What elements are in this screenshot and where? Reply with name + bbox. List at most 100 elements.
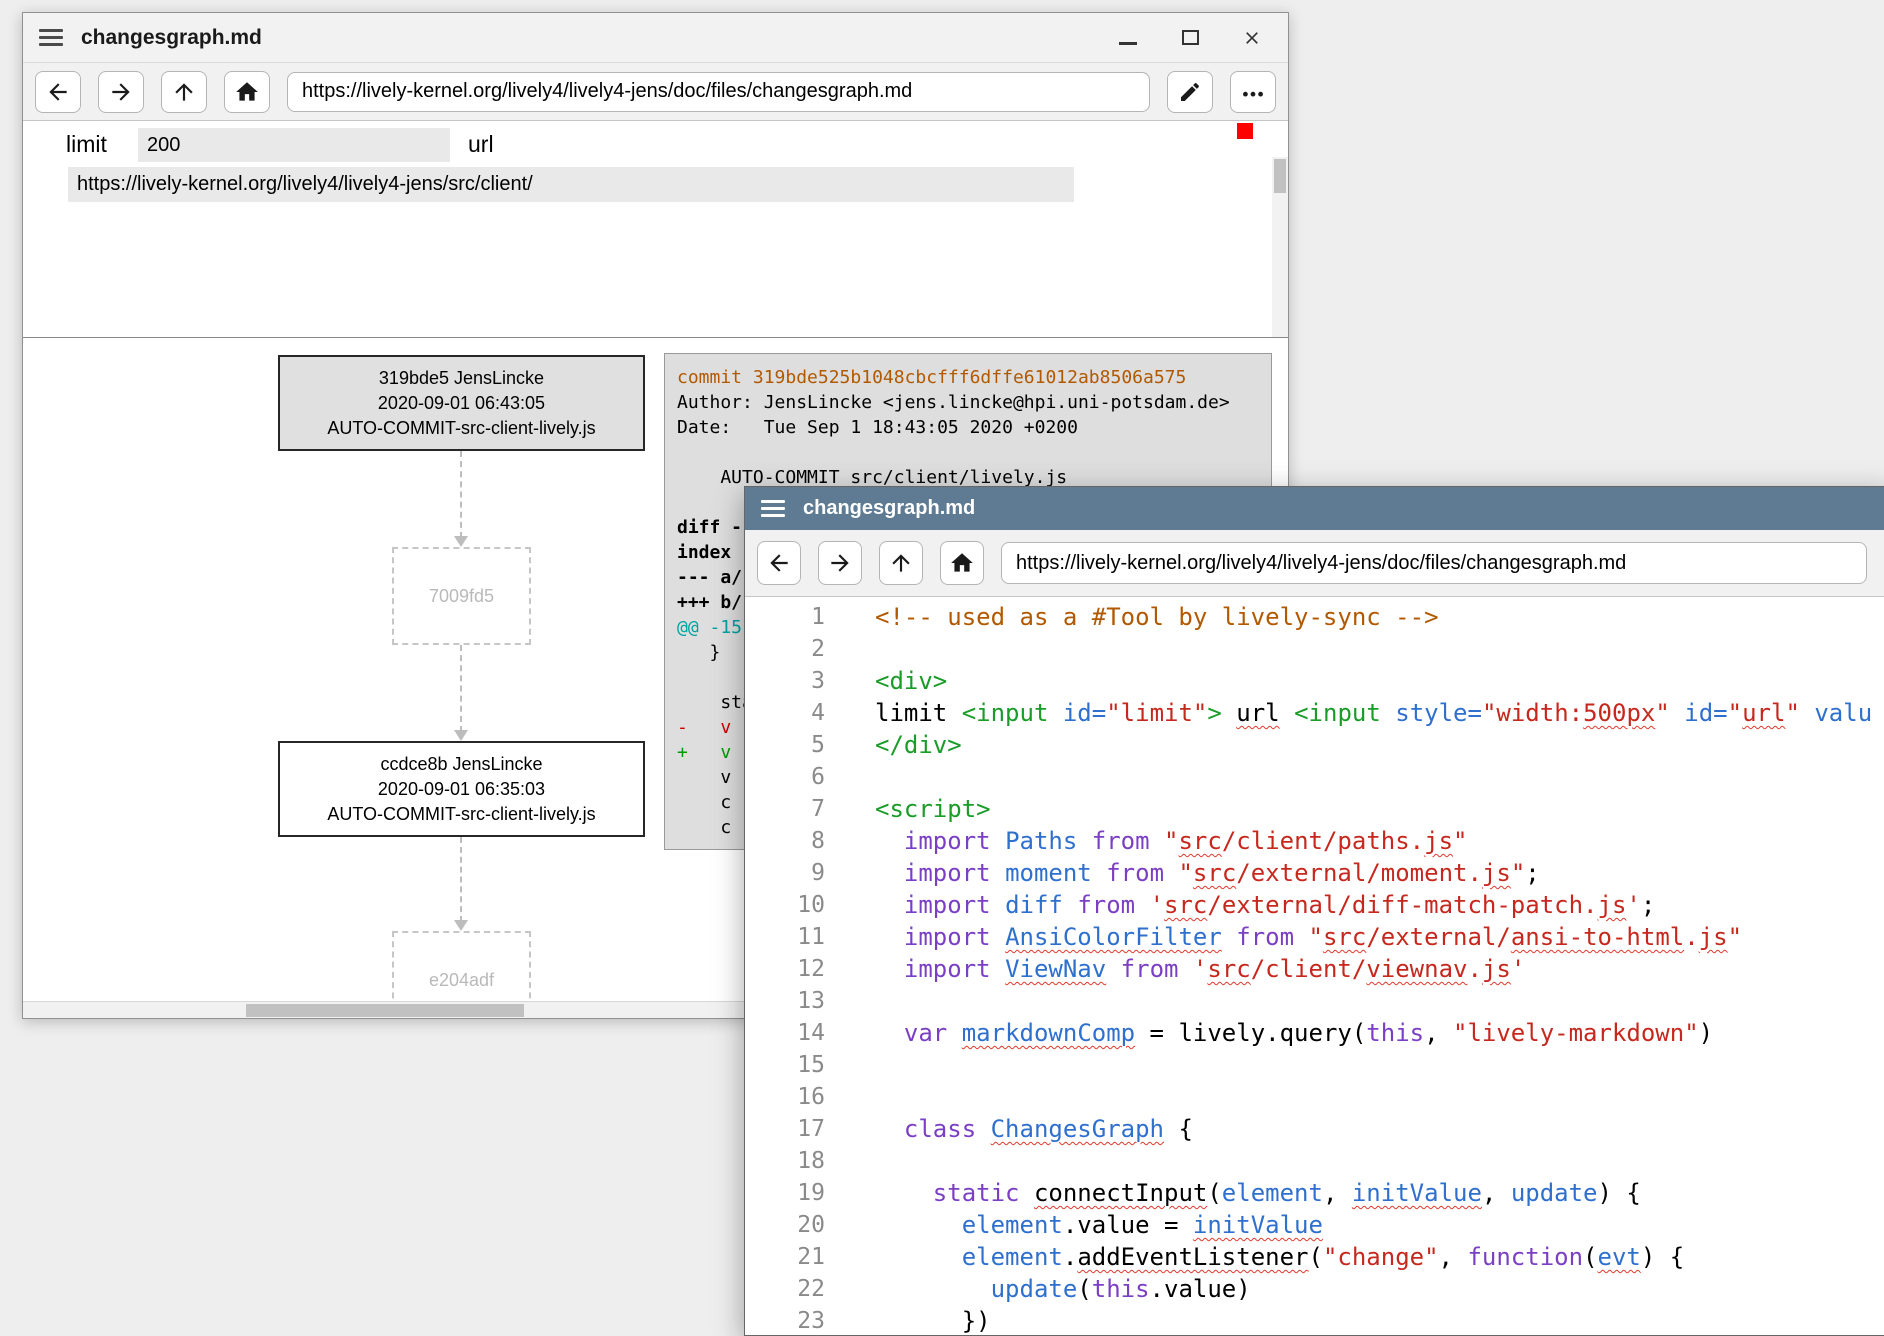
pencil-icon bbox=[1178, 80, 1202, 104]
code-segment: }) bbox=[875, 1307, 991, 1335]
vertical-scrollbar-thumb[interactable] bbox=[1274, 159, 1286, 193]
home-button[interactable] bbox=[224, 71, 270, 113]
up-button[interactable] bbox=[879, 541, 923, 585]
edit-button[interactable] bbox=[1167, 71, 1213, 113]
code-segment: ( bbox=[1077, 1275, 1091, 1303]
code-line[interactable]: 3<div> bbox=[745, 665, 1884, 697]
code-line[interactable]: 9 import moment from "src/external/momen… bbox=[745, 857, 1884, 889]
line-number: 4 bbox=[745, 697, 825, 729]
commit-node-text: 7009fd5 bbox=[429, 586, 494, 607]
back-button[interactable] bbox=[35, 71, 81, 113]
home-button[interactable] bbox=[940, 541, 984, 585]
code-text: element.value = initValue bbox=[825, 1209, 1323, 1241]
code-line[interactable]: 1<!-- used as a #Tool by lively-sync --> bbox=[745, 601, 1884, 633]
graph-edge bbox=[460, 451, 462, 547]
code-segment bbox=[875, 827, 904, 855]
limit-input[interactable] bbox=[138, 128, 450, 162]
url-input[interactable] bbox=[287, 72, 1150, 112]
code-line[interactable]: 19 static connectInput(element, initValu… bbox=[745, 1177, 1884, 1209]
window-title: changesgraph.md bbox=[803, 497, 975, 520]
diff-line: commit 319bde525b1048cbcfff6dffe61012ab8… bbox=[677, 365, 1259, 390]
up-button[interactable] bbox=[161, 71, 207, 113]
vertical-scrollbar[interactable] bbox=[1272, 157, 1288, 337]
code-text bbox=[825, 1049, 875, 1081]
code-line[interactable]: 8 import Paths from "src/client/paths.js… bbox=[745, 825, 1884, 857]
forward-button[interactable] bbox=[818, 541, 862, 585]
url-input[interactable] bbox=[1001, 542, 1867, 584]
commit-node-ccdce8b[interactable]: ccdce8b JensLincke 2020-09-01 06:35:03 A… bbox=[278, 741, 645, 837]
code-segment: style= bbox=[1395, 699, 1482, 727]
code-line[interactable]: 7<script> bbox=[745, 793, 1884, 825]
code-segment bbox=[1077, 827, 1091, 855]
code-segment: from bbox=[1077, 891, 1135, 919]
code-line[interactable]: 14 var markdownComp = lively.query(this,… bbox=[745, 1017, 1884, 1049]
code-line[interactable]: 13 bbox=[745, 985, 1884, 1017]
back-button[interactable] bbox=[757, 541, 801, 585]
code-line[interactable]: 22 update(this.value) bbox=[745, 1273, 1884, 1305]
code-editor[interactable]: 1<!-- used as a #Tool by lively-sync -->… bbox=[745, 597, 1884, 1335]
horizontal-scrollbar-thumb[interactable] bbox=[246, 1004, 524, 1017]
window-titlebar[interactable]: changesgraph.md bbox=[23, 13, 1288, 63]
markdown-form-section: limit url bbox=[23, 121, 1288, 338]
code-segment: AnsiColorFilter bbox=[1005, 923, 1222, 951]
line-number: 7 bbox=[745, 793, 825, 825]
code-text: <script> bbox=[825, 793, 991, 825]
code-text: }) bbox=[825, 1305, 991, 1335]
line-number: 10 bbox=[745, 889, 825, 921]
code-segment bbox=[991, 955, 1005, 983]
arrow-down-icon bbox=[454, 536, 468, 547]
line-number: 17 bbox=[745, 1113, 825, 1145]
code-segment: " bbox=[1511, 859, 1525, 887]
back-icon bbox=[45, 79, 71, 105]
more-options-button[interactable] bbox=[1230, 71, 1276, 113]
code-line[interactable]: 2 bbox=[745, 633, 1884, 665]
maximize-button[interactable] bbox=[1178, 26, 1202, 50]
code-line[interactable]: 6 bbox=[745, 761, 1884, 793]
code-segment bbox=[991, 827, 1005, 855]
commit-node-319bde5[interactable]: 319bde5 JensLincke 2020-09-01 06:43:05 A… bbox=[278, 355, 645, 451]
code-line[interactable]: 12 import ViewNav from 'src/client/viewn… bbox=[745, 953, 1884, 985]
code-segment bbox=[1178, 955, 1192, 983]
code-segment: element bbox=[1222, 1179, 1323, 1207]
code-segment: js bbox=[1424, 827, 1453, 855]
code-line[interactable]: 16 bbox=[745, 1081, 1884, 1113]
line-number: 20 bbox=[745, 1209, 825, 1241]
commit-node-e204adf[interactable]: e204adf bbox=[392, 931, 531, 1001]
commit-node-7009fd5[interactable]: 7009fd5 bbox=[392, 547, 531, 645]
code-line[interactable]: 20 element.value = initValue bbox=[745, 1209, 1884, 1241]
edge-line bbox=[460, 645, 462, 732]
close-button[interactable] bbox=[1240, 26, 1264, 50]
code-segment: update bbox=[1511, 1179, 1598, 1207]
menu-button[interactable] bbox=[37, 25, 65, 50]
back-icon bbox=[766, 550, 792, 576]
code-segment: /external/diff-match-patch. bbox=[1207, 891, 1597, 919]
menu-button[interactable] bbox=[759, 496, 787, 521]
code-line[interactable]: 10 import diff from 'src/external/diff-m… bbox=[745, 889, 1884, 921]
code-line[interactable]: 17 class ChangesGraph { bbox=[745, 1113, 1884, 1145]
code-segment: /external/ bbox=[1366, 923, 1511, 951]
home-icon bbox=[234, 79, 260, 105]
code-segment: ) { bbox=[1598, 1179, 1641, 1207]
code-segment: ; bbox=[1641, 891, 1655, 919]
code-segment bbox=[1280, 699, 1294, 727]
forward-button[interactable] bbox=[98, 71, 144, 113]
minimize-button[interactable] bbox=[1116, 26, 1140, 50]
code-segment: ' bbox=[1150, 891, 1164, 919]
code-line[interactable]: 23 }) bbox=[745, 1305, 1884, 1335]
window-titlebar[interactable]: changesgraph.md bbox=[745, 487, 1884, 530]
code-segment: ViewNav bbox=[1005, 955, 1106, 983]
code-segment bbox=[1063, 891, 1077, 919]
code-segment: ) bbox=[1699, 1019, 1713, 1047]
code-segment: /external/moment. bbox=[1236, 859, 1482, 887]
code-line[interactable]: 15 bbox=[745, 1049, 1884, 1081]
code-line[interactable]: 4limit <input id="limit"> url <input sty… bbox=[745, 697, 1884, 729]
code-line[interactable]: 18 bbox=[745, 1145, 1884, 1177]
code-line[interactable]: 5</div> bbox=[745, 729, 1884, 761]
code-text: static connectInput(element, initValue, … bbox=[825, 1177, 1641, 1209]
code-segment: <!-- used as a #Tool by lively-sync --> bbox=[875, 603, 1439, 631]
code-line[interactable]: 21 element.addEventListener("change", fu… bbox=[745, 1241, 1884, 1273]
code-line[interactable]: 11 import AnsiColorFilter from "src/exte… bbox=[745, 921, 1884, 953]
code-segment bbox=[875, 1019, 904, 1047]
code-segment: markdownComp bbox=[962, 1019, 1135, 1047]
repo-url-input[interactable] bbox=[68, 167, 1074, 202]
